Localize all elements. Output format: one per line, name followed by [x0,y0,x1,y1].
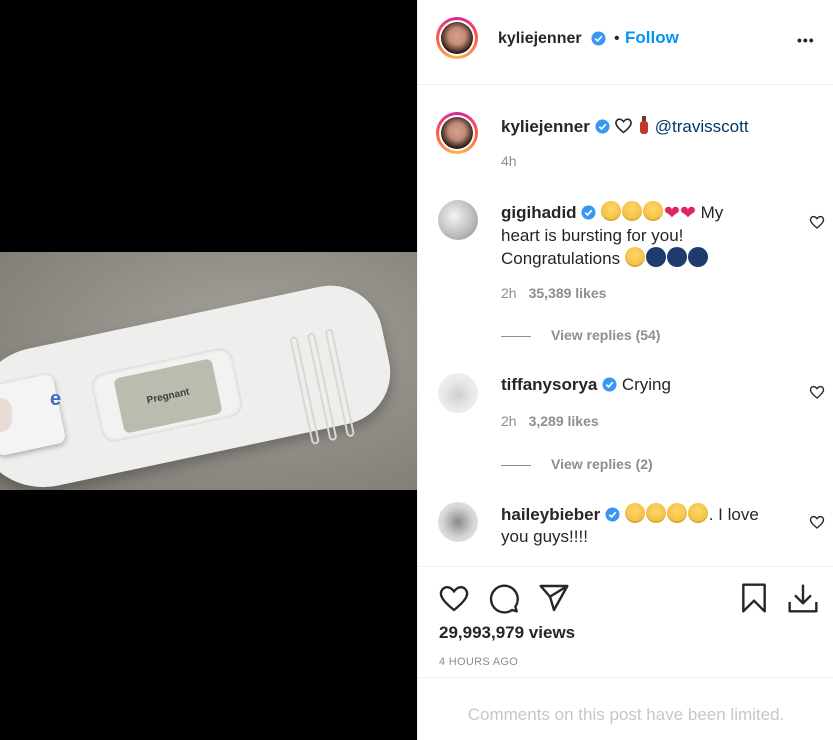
separator-dot: • [614,30,620,47]
test-stick-brand: e [50,388,62,410]
emoji-icon [687,247,708,267]
like-icon[interactable] [438,582,470,614]
comment-text: Crying [621,375,671,394]
sad-face-emoji-icon [624,503,645,523]
heart-emoji-icon: ❤ [664,203,680,224]
save-bookmark-icon[interactable] [738,582,770,614]
heart-emoji-icon [615,118,633,134]
sad-face-emoji-icon [601,201,622,221]
emoji-icon [645,247,666,267]
commenter-avatar[interactable] [438,373,478,413]
comment-item: tiffanysorya Crying 2h 3,289 likes View r… [438,370,825,480]
commenter-avatar[interactable] [438,200,478,240]
author-username[interactable]: kyliejenner [498,30,582,48]
comment-time: 2h [501,413,517,429]
comment-item: gigihadid ❤❤ My heart is bursting for yo… [438,197,825,347]
download-icon[interactable] [787,582,819,614]
comment-meta: 2h 35,389 likes [501,285,606,301]
emoji-icon [666,247,687,267]
heart-emoji-icon: ❤ [679,203,696,224]
post-actions: 29,993,979 views 4 HOURS AGO [418,566,833,676]
verified-badge-icon [591,31,606,46]
caption-username[interactable]: kyliejenner [501,117,590,136]
sad-face-emoji-icon [645,503,666,523]
comment-icon[interactable] [488,582,520,614]
post-media[interactable]: Pregnant e [0,0,417,740]
comment-meta: 2h 3,289 likes [501,413,599,429]
view-replies-button[interactable]: View replies (2) [501,456,653,472]
caption-mention[interactable]: @travisscott [655,117,749,136]
follow-button[interactable]: Follow [625,28,679,48]
sad-face-emoji-icon [666,503,687,523]
comment-username[interactable]: gigihadid [501,203,577,222]
verified-badge-icon [602,377,617,392]
verified-badge-icon [581,205,596,220]
view-count[interactable]: 29,993,979 views [439,623,575,643]
like-comment-icon[interactable] [809,514,825,530]
verified-badge-icon [605,507,620,522]
comments-list[interactable]: kyliejenner @travisscott 4h gigihadid ❤❤… [418,86,833,566]
like-comment-icon[interactable] [809,214,825,230]
post-panel: kyliejenner • Follow ••• kyliejenner @tr… [417,0,833,740]
view-replies-label[interactable]: View replies (2) [551,456,653,472]
comment-username[interactable]: haileybieber [501,505,600,524]
caption-time: 4h [501,153,517,169]
smile-emoji-icon [624,247,645,267]
replies-divider [501,464,531,466]
comment-likes[interactable]: 35,389 likes [529,285,607,301]
sad-face-emoji-icon [643,201,664,221]
like-comment-icon[interactable] [809,384,825,400]
comment-text: My [700,203,724,222]
post-header: kyliejenner • Follow ••• [418,0,833,85]
comment-item: haileybieber . I love you guys!!!! [438,498,825,566]
commenter-avatar[interactable] [438,502,478,542]
bottle-emoji-icon [640,116,649,134]
share-icon[interactable] [538,582,570,614]
more-options-icon[interactable]: ••• [797,32,815,48]
test-result-text: Pregnant [145,386,191,406]
sad-face-emoji-icon [687,503,708,523]
view-replies-label[interactable]: View replies (54) [551,327,660,343]
replies-divider [501,335,531,337]
post-timestamp[interactable]: 4 HOURS AGO [439,656,518,668]
author-avatar[interactable] [436,17,478,59]
comment-text: Congratulations [501,249,621,268]
view-replies-button[interactable]: View replies (54) [501,327,660,343]
comment-time: 2h [501,285,517,301]
comment-username[interactable]: tiffanysorya [501,375,597,394]
post-caption: kyliejenner @travisscott 4h [436,107,818,177]
caption-avatar[interactable] [436,112,478,154]
comment-text: . I [708,505,723,524]
comment-text: heart is bursting for you! [501,226,684,245]
comments-limited-notice: Comments on this post have been limited. [418,677,833,740]
comment-likes[interactable]: 3,289 likes [529,413,599,429]
verified-badge-icon [595,119,610,134]
sad-face-emoji-icon [622,201,643,221]
